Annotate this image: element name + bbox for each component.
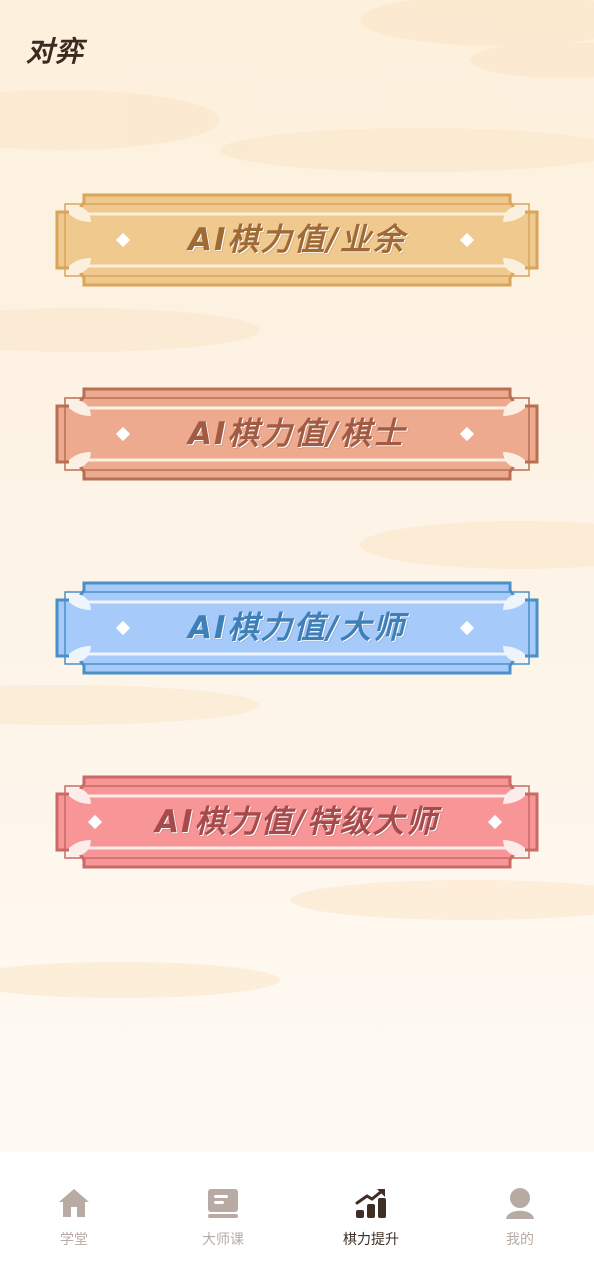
tab-label: 棋力提升	[343, 1232, 399, 1248]
tab-wode[interactable]: 我的	[460, 1152, 580, 1280]
book-icon	[208, 1189, 238, 1218]
tab-label: 大师课	[202, 1232, 244, 1248]
tab-label: 我的	[506, 1232, 534, 1248]
tab-xuetang[interactable]: 学堂	[14, 1152, 134, 1280]
card-label: AI棋力值/特级大师	[155, 804, 439, 840]
tab-dashike[interactable]: 大师课	[163, 1152, 283, 1280]
home-icon	[59, 1189, 89, 1217]
chart-rise-icon	[355, 1189, 386, 1218]
page-title: 对弈	[26, 35, 85, 68]
tab-label: 学堂	[60, 1232, 88, 1248]
ai-level-card-1[interactable]: AI棋力值/业余	[54, 192, 540, 288]
ai-level-card-4[interactable]: AI棋力值/特级大师	[54, 774, 540, 870]
tab-qili-tisheng[interactable]: 棋力提升	[311, 1152, 431, 1280]
ai-level-card-2[interactable]: AI棋力值/棋士	[54, 386, 540, 482]
ai-level-card-3[interactable]: AI棋力值/大师	[54, 580, 540, 676]
bottom-tab-bar: 学堂 大师课 棋力提升 我的	[0, 1152, 594, 1280]
cloud-background	[0, 0, 594, 998]
user-icon	[506, 1188, 534, 1219]
